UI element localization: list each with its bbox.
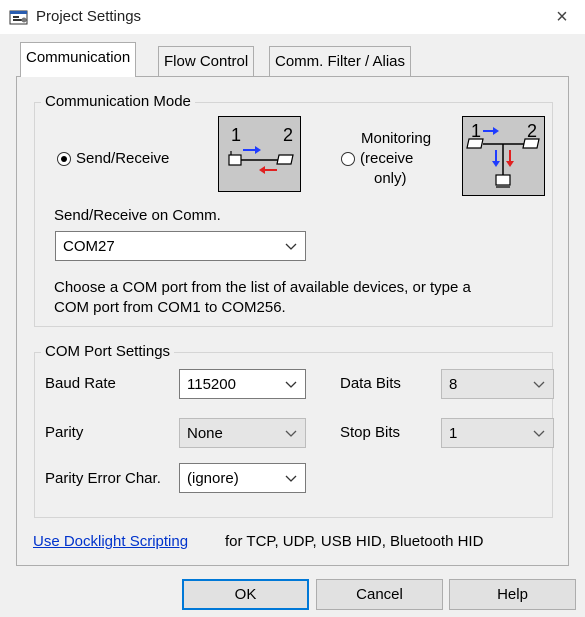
data-bits-label: Data Bits bbox=[340, 375, 401, 392]
monitoring-radio[interactable] bbox=[341, 152, 355, 166]
help-button[interactable]: Help bbox=[449, 579, 576, 610]
comm-port-select[interactable]: COM27 bbox=[55, 231, 306, 261]
chevron-down-icon bbox=[285, 243, 297, 250]
cancel-button-label: Cancel bbox=[356, 586, 403, 603]
comm-help-line1: Choose a COM port from the list of avail… bbox=[54, 279, 471, 296]
comm-port-label: Send/Receive on Comm. bbox=[54, 207, 221, 224]
tab-label: Communication bbox=[26, 49, 131, 66]
diagram-number-1: 1 bbox=[231, 125, 241, 145]
close-button[interactable]: × bbox=[539, 0, 585, 34]
communication-mode-legend: Communication Mode bbox=[41, 93, 195, 111]
monitoring-label-line1[interactable]: Monitoring bbox=[361, 130, 431, 148]
chevron-down-icon bbox=[533, 381, 545, 388]
settings-window-icon bbox=[9, 10, 28, 25]
docklight-scripting-link[interactable]: Use Docklight Scripting bbox=[33, 533, 188, 551]
chevron-down-icon bbox=[285, 430, 297, 437]
cancel-button[interactable]: Cancel bbox=[316, 579, 443, 610]
diagram-number-2: 2 bbox=[527, 121, 537, 141]
chevron-down-icon bbox=[285, 381, 297, 388]
monitoring-diagram-graphic: 1 2 bbox=[466, 121, 540, 188]
tab-label: Flow Control bbox=[164, 53, 249, 70]
monitoring-label-line2[interactable]: (receive bbox=[360, 150, 413, 168]
monitoring-label-line3[interactable]: only) bbox=[374, 170, 407, 188]
tab-flow-control[interactable]: Flow Control bbox=[158, 46, 255, 76]
comm-help-line2: COM port from COM1 to COM256. bbox=[54, 299, 286, 316]
parity-error-label: Parity Error Char. bbox=[45, 470, 161, 487]
diagram-number-2: 2 bbox=[283, 125, 293, 145]
diagram-number-1: 1 bbox=[471, 121, 481, 141]
data-bits-select[interactable]: 8 bbox=[441, 369, 554, 399]
close-icon: × bbox=[556, 6, 568, 28]
parity-error-value: (ignore) bbox=[187, 470, 239, 487]
parity-select[interactable]: None bbox=[179, 418, 306, 448]
ok-button-label: OK bbox=[234, 586, 257, 603]
parity-label: Parity bbox=[45, 424, 84, 441]
send-receive-label[interactable]: Send/Receive bbox=[76, 150, 169, 168]
window-title: Project Settings bbox=[36, 8, 142, 25]
stop-bits-select[interactable]: 1 bbox=[441, 418, 554, 448]
baud-rate-select[interactable]: 115200 bbox=[179, 369, 306, 399]
ok-button[interactable]: OK bbox=[182, 579, 309, 610]
comm-port-value: COM27 bbox=[63, 238, 115, 255]
data-bits-value: 8 bbox=[449, 376, 458, 393]
send-receive-radio[interactable] bbox=[57, 152, 71, 166]
chevron-down-icon bbox=[285, 475, 297, 482]
stop-bits-label: Stop Bits bbox=[340, 424, 401, 441]
monitoring-diagram: 1 2 bbox=[462, 116, 545, 196]
parity-value: None bbox=[187, 425, 223, 442]
tab-comm-filter-alias[interactable]: Comm. Filter / Alias bbox=[269, 46, 412, 76]
title-bar: Project Settings × bbox=[0, 0, 585, 34]
scripting-suffix-text: for TCP, UDP, USB HID, Bluetooth HID bbox=[225, 533, 484, 550]
parity-error-select[interactable]: (ignore) bbox=[179, 463, 306, 493]
baud-rate-label: Baud Rate bbox=[45, 375, 116, 392]
tab-label: Comm. Filter / Alias bbox=[275, 53, 406, 70]
help-button-label: Help bbox=[497, 586, 528, 603]
tab-communication[interactable]: Communication bbox=[20, 42, 137, 77]
com-port-settings-legend: COM Port Settings bbox=[41, 343, 175, 361]
send-receive-diagram: 1 2 bbox=[218, 116, 301, 192]
stop-bits-value: 1 bbox=[449, 425, 458, 442]
send-receive-diagram-graphic: 1 2 bbox=[228, 125, 294, 174]
baud-rate-value: 115200 bbox=[187, 376, 236, 393]
chevron-down-icon bbox=[533, 430, 545, 437]
communication-tab-panel: Communication Mode Send/Receive 1 2 Moni… bbox=[16, 76, 569, 566]
